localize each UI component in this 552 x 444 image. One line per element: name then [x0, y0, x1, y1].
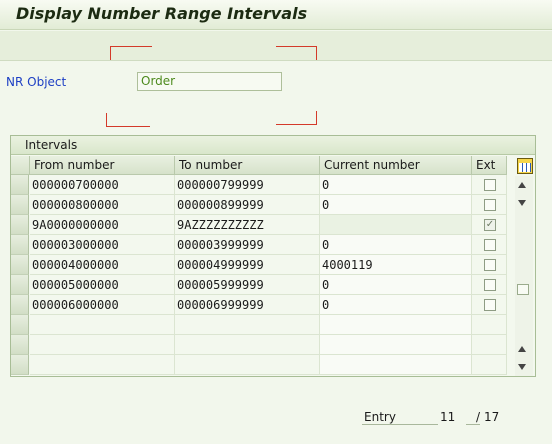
entry-total: 17: [484, 410, 500, 424]
cell-to-number: 000003999999: [175, 235, 320, 255]
cell-to-number: 000005999999: [175, 275, 320, 295]
highlight-corner-top-left: [110, 46, 152, 60]
cell-to-number: 9AZZZZZZZZZZ: [175, 215, 320, 235]
cell-current-number: [320, 215, 472, 235]
highlight-corner-bottom-right: [276, 111, 317, 125]
entry-separator: /: [466, 410, 480, 425]
scroll-page-up-icon[interactable]: [518, 346, 526, 352]
row-selector[interactable]: [11, 255, 29, 275]
column-header-ext[interactable]: Ext: [472, 156, 507, 175]
nr-object-label: NR Object: [6, 75, 67, 89]
cell-ext: [472, 355, 507, 375]
cell-to-number: 000000799999: [175, 175, 320, 195]
table-row[interactable]: 000006000000 000006999999 0: [11, 295, 507, 315]
cell-current-number: 4000119: [320, 255, 472, 275]
ext-checkbox[interactable]: ✓: [484, 219, 496, 231]
column-header-current[interactable]: Current number: [320, 156, 472, 175]
cell-current-number: 0: [320, 295, 472, 315]
column-header-from[interactable]: From number: [30, 156, 175, 175]
table-row[interactable]: 9A0000000000 9AZZZZZZZZZZ ✓: [11, 215, 507, 235]
row-selector[interactable]: [11, 295, 29, 315]
cell-current-number: [320, 315, 472, 335]
cell-current-number: 0: [320, 275, 472, 295]
cell-from-number: [30, 355, 175, 375]
cell-current-number: 0: [320, 235, 472, 255]
cell-current-number: 0: [320, 175, 472, 195]
cell-to-number: 000006999999: [175, 295, 320, 315]
scroll-up-icon[interactable]: [518, 182, 526, 188]
table-row[interactable]: 000004000000 000004999999 4000119: [11, 255, 507, 275]
cell-from-number: 000006000000: [30, 295, 175, 315]
table-row[interactable]: [11, 355, 507, 375]
row-selector[interactable]: [11, 335, 29, 355]
table-row[interactable]: [11, 315, 507, 335]
table-header: From number To number Current number Ext: [11, 156, 507, 175]
cell-to-number: 000004999999: [175, 255, 320, 275]
row-selector[interactable]: [11, 355, 29, 375]
cell-to-number: [175, 335, 320, 355]
entry-label: Entry: [362, 410, 438, 425]
cell-to-number: [175, 315, 320, 335]
cell-from-number: 000003000000: [30, 235, 175, 255]
intervals-panel-title: Intervals: [25, 138, 78, 152]
table-row[interactable]: [11, 335, 507, 355]
cell-from-number: 000005000000: [30, 275, 175, 295]
cell-from-number: 000004000000: [30, 255, 175, 275]
nr-object-field[interactable]: Order: [137, 72, 282, 91]
scroll-thumb[interactable]: [517, 284, 529, 295]
table-row[interactable]: 000000800000 000000899999 0: [11, 195, 507, 215]
cell-from-number: 000000800000: [30, 195, 175, 215]
column-settings-icon[interactable]: [517, 158, 533, 174]
row-selector[interactable]: [11, 195, 29, 215]
cell-ext: [472, 335, 507, 355]
ext-checkbox[interactable]: [484, 279, 496, 291]
intervals-panel: Intervals From number To number Current …: [10, 135, 536, 377]
table-row[interactable]: 000000700000 000000799999 0: [11, 175, 507, 195]
cell-to-number: [175, 355, 320, 375]
scroll-down-icon[interactable]: [518, 200, 526, 206]
ext-checkbox[interactable]: [484, 179, 496, 191]
row-selector[interactable]: [11, 235, 29, 255]
cell-current-number: 0: [320, 195, 472, 215]
row-selector[interactable]: [11, 315, 29, 335]
scroll-page-down-icon[interactable]: [518, 364, 526, 370]
highlight-corner-top-right: [276, 46, 317, 60]
ext-checkbox[interactable]: [484, 299, 496, 311]
column-header-to[interactable]: To number: [175, 156, 320, 175]
ext-checkbox[interactable]: [484, 239, 496, 251]
intervals-panel-header: Intervals: [11, 136, 535, 155]
vertical-scrollbar[interactable]: [515, 176, 533, 376]
row-selector[interactable]: [11, 175, 29, 195]
cell-from-number: 000000700000: [30, 175, 175, 195]
cell-from-number: 9A0000000000: [30, 215, 175, 235]
table-row[interactable]: 000003000000 000003999999 0: [11, 235, 507, 255]
select-all-header[interactable]: [11, 156, 30, 175]
row-selector[interactable]: [11, 215, 29, 235]
entry-current: 11: [440, 410, 456, 424]
cell-from-number: [30, 335, 175, 355]
cell-to-number: 000000899999: [175, 195, 320, 215]
ext-checkbox[interactable]: [484, 199, 496, 211]
ext-checkbox[interactable]: [484, 259, 496, 271]
cell-current-number: [320, 335, 472, 355]
title-bar: Display Number Range Intervals: [0, 0, 552, 30]
cell-from-number: [30, 315, 175, 335]
highlight-corner-bottom-left: [106, 113, 150, 127]
page-title: Display Number Range Intervals: [16, 4, 308, 23]
cell-ext: [472, 315, 507, 335]
cell-current-number: [320, 355, 472, 375]
table-row[interactable]: 000005000000 000005999999 0: [11, 275, 507, 295]
row-selector[interactable]: [11, 275, 29, 295]
